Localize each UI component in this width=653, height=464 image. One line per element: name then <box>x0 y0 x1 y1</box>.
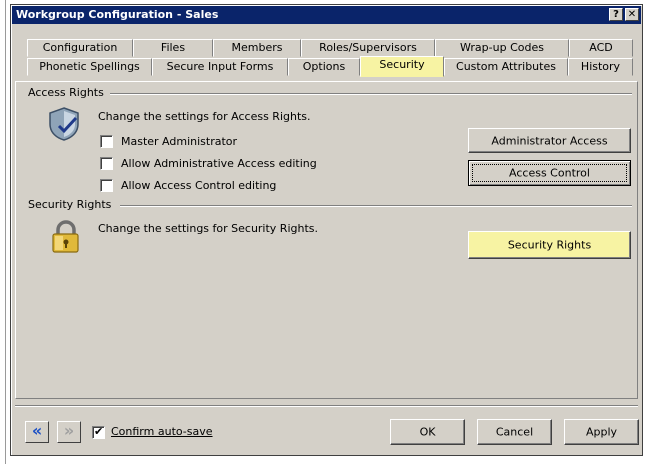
tab-wrap-up-codes[interactable]: Wrap-up Codes <box>435 39 569 57</box>
allow-admin-access-editing-label: Allow Administrative Access editing <box>121 157 317 170</box>
tab-secure-input-forms[interactable]: Secure Input Forms <box>152 58 288 76</box>
footer-divider <box>15 405 638 407</box>
access-rights-heading: Access Rights <box>28 86 104 99</box>
padlock-icon <box>48 220 82 254</box>
back-arrow-icon[interactable]: « <box>25 421 49 443</box>
cancel-button[interactable]: Cancel <box>477 419 552 445</box>
tab-roles-supervisors[interactable]: Roles/Supervisors <box>301 39 435 57</box>
security-rights-divider <box>120 205 632 207</box>
close-button[interactable]: ✕ <box>625 8 639 21</box>
tab-options[interactable]: Options <box>288 58 360 76</box>
access-rights-divider <box>110 93 632 95</box>
tab-configuration[interactable]: Configuration <box>27 39 133 57</box>
background-edge-line <box>5 0 6 464</box>
access-rights-description: Change the settings for Access Rights. <box>98 110 311 123</box>
shield-icon <box>46 106 82 142</box>
allow-access-control-editing-label: Allow Access Control editing <box>121 179 277 192</box>
tab-history[interactable]: History <box>568 58 633 76</box>
tab-acd[interactable]: ACD <box>569 39 633 57</box>
tab-phonetic-spellings[interactable]: Phonetic Spellings <box>27 58 152 76</box>
security-tab-panel: Access Rights Change the settings for Ac… <box>15 81 638 399</box>
allow-access-control-editing-checkbox[interactable] <box>100 179 113 192</box>
tab-members[interactable]: Members <box>213 39 301 57</box>
administrator-access-button[interactable]: Administrator Access <box>468 128 631 153</box>
apply-button[interactable]: Apply <box>564 419 639 445</box>
workgroup-config-window: Workgroup Configuration - Sales ? ✕ Conf… <box>10 4 643 456</box>
window-title: Workgroup Configuration - Sales <box>16 8 219 21</box>
confirm-autosave-label-text: Confirm auto-save <box>111 425 213 438</box>
security-rights-button[interactable]: Security Rights <box>468 231 631 259</box>
title-bar: Workgroup Configuration - Sales ? ✕ <box>12 6 641 24</box>
confirm-autosave-label: Confirm auto-save <box>111 425 213 438</box>
ok-button[interactable]: OK <box>390 419 465 445</box>
tab-security[interactable]: Security <box>360 56 444 77</box>
help-button[interactable]: ? <box>609 8 623 21</box>
security-rights-description: Change the settings for Security Rights. <box>98 222 319 235</box>
master-admin-checkbox[interactable] <box>100 135 113 148</box>
master-admin-label: Master Administrator <box>121 135 238 148</box>
allow-admin-access-editing-checkbox[interactable] <box>100 157 113 170</box>
tab-custom-attributes[interactable]: Custom Attributes <box>444 58 568 76</box>
tab-files[interactable]: Files <box>133 39 213 57</box>
confirm-autosave-checkbox[interactable] <box>92 425 105 439</box>
security-rights-heading: Security Rights <box>28 198 112 211</box>
forward-arrow-icon[interactable]: » <box>57 421 81 443</box>
access-control-button[interactable]: Access Control <box>468 160 631 186</box>
